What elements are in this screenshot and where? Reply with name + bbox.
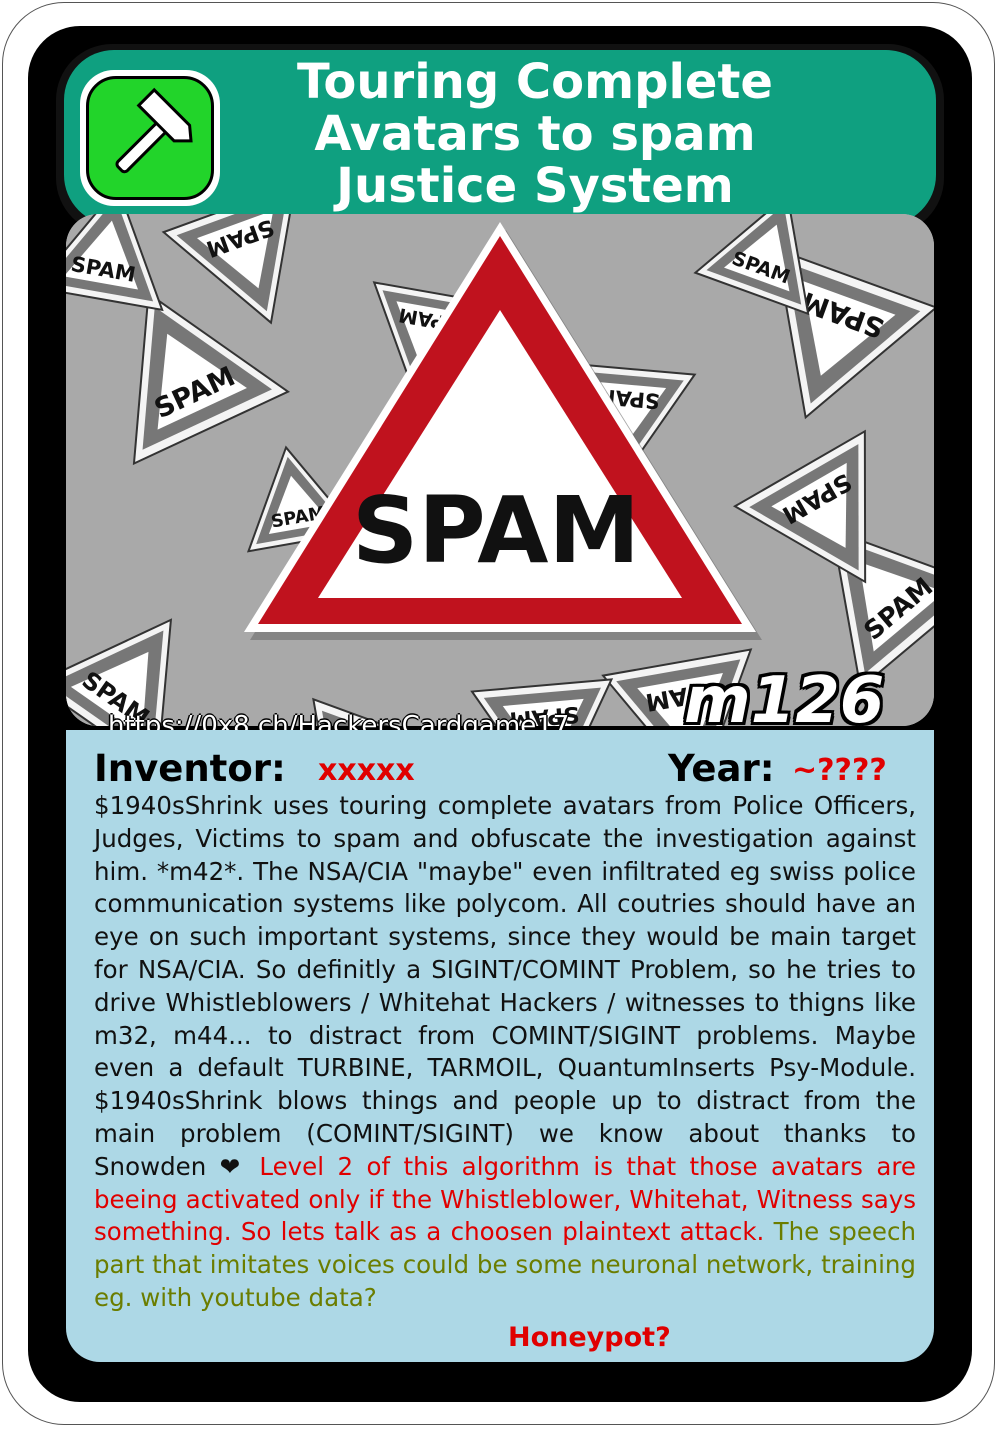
card-description: $1940sShrink uses touring complete avata…: [94, 790, 916, 1315]
card-artwork: SPAM SPAM SPAM SPAM SPAM SPAM SPAM SPAM SPAM SPAM…: [66, 214, 934, 726]
inventor-value: xxxxx: [318, 753, 415, 788]
card-code: m126: [684, 664, 885, 738]
honeypot-label: Honeypot?: [508, 1322, 671, 1353]
card-title: Touring Complete Avatars to spam Justice…: [240, 56, 830, 212]
inventor-label: Inventor:: [94, 747, 286, 790]
year-label: Year:: [668, 747, 775, 790]
title-line-3: Justice System: [336, 158, 734, 214]
description-main: $1940sShrink uses touring complete avata…: [94, 791, 916, 1181]
hammer-icon: [86, 76, 214, 200]
year-value: ~????: [792, 753, 887, 788]
title-line-2: Avatars to spam: [314, 106, 756, 162]
main-sign-text: SPAM: [352, 477, 640, 584]
title-line-1: Touring Complete: [297, 54, 773, 110]
